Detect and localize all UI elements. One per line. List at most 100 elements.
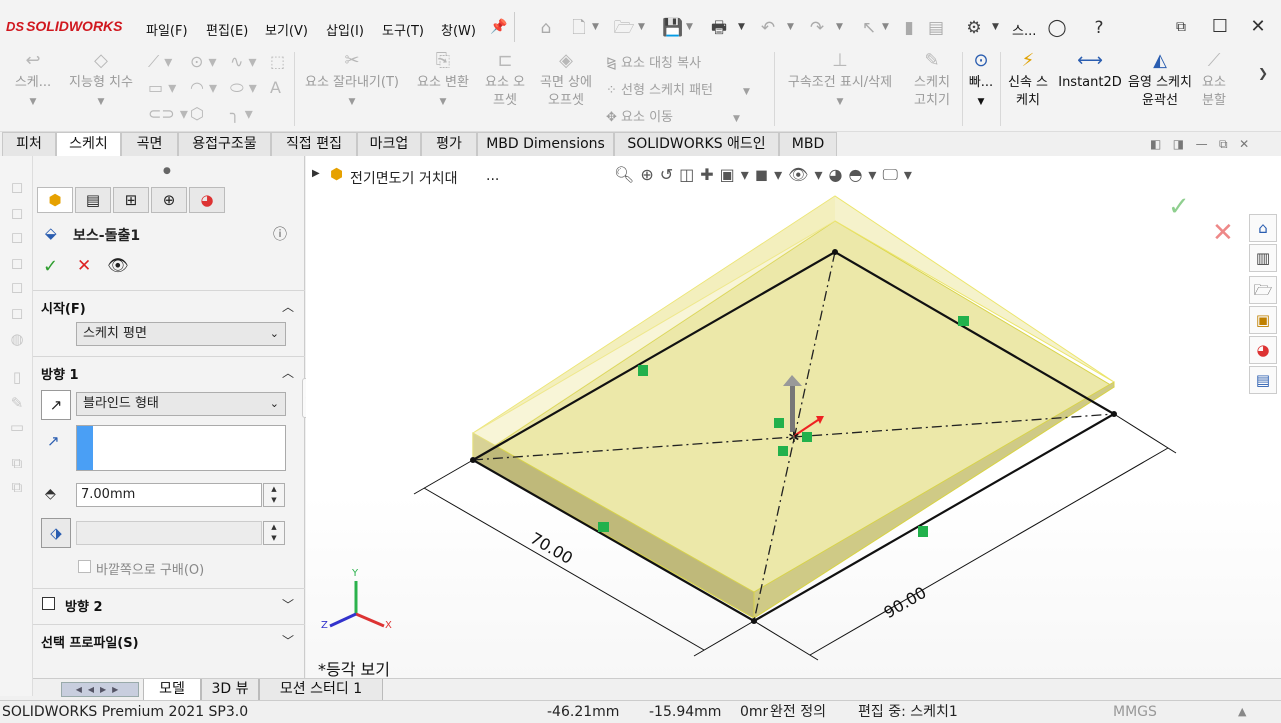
tab-mbd[interactable]: MBD [779, 132, 837, 156]
tab-solidworks-addins[interactable]: SOLIDWORKS 애드인 [614, 132, 779, 156]
minimize-viewport-icon[interactable]: — [1196, 137, 1208, 151]
coincident-relation-icon[interactable] [778, 446, 788, 456]
arc-icon[interactable]: ◠ ▾ [190, 78, 217, 97]
tile-right-icon[interactable]: ◨ [1173, 137, 1184, 151]
copy-icon[interactable]: ⧉ [7, 454, 27, 474]
tab-sketch[interactable]: 스케치 [56, 132, 121, 157]
display-delete-relations-command[interactable]: ⊥ 구속조건 표시/삭제 ▼ [778, 52, 902, 111]
mirror-command[interactable]: ⧎ 요소 대칭 복사 [606, 52, 701, 71]
tab-property-manager[interactable]: ▤ [75, 187, 111, 213]
collapse-dot[interactable]: ● [163, 166, 171, 176]
rectangle-icon[interactable]: ▭ ▾ [148, 78, 176, 97]
direction1-section-title[interactable]: 방향 1 [41, 364, 79, 383]
tab-direct-editing[interactable]: 직접 편집 [271, 132, 357, 156]
rapid-sketch-command[interactable]: ⚡ 신속 스케치 [1004, 52, 1052, 110]
vertical-relation-icon[interactable] [918, 526, 928, 537]
chevron-up-icon[interactable]: ▲ [1238, 701, 1246, 723]
chevron-down-icon[interactable]: ▼ [592, 22, 599, 32]
tab-scroll-controls[interactable]: ◀◀▶▶ [61, 682, 139, 697]
chevron-down-icon[interactable]: ▼ [787, 22, 794, 32]
menu-tools[interactable]: 도구(T) [382, 20, 424, 39]
from-section-title[interactable]: 시작(F) [41, 298, 86, 317]
trim-entities-command[interactable]: ✂ 요소 잘라내기(T) ▼ [300, 52, 404, 111]
spin-up-icon[interactable]: ▲ [264, 522, 284, 533]
spline-icon[interactable]: ∿ ▾ [230, 52, 257, 71]
circle-icon[interactable]: ⊙ ▾ [190, 52, 217, 71]
spin-down-icon[interactable]: ▼ [264, 533, 284, 544]
pin-icon[interactable]: 📌 [490, 19, 507, 35]
shaded-sketch-contours-command[interactable]: ◭ 음영 스케치 윤곽선 [1126, 52, 1194, 110]
window-restore-button[interactable]: ☐ [1205, 12, 1235, 42]
tile-left-icon[interactable]: ◧ [1150, 137, 1161, 151]
restore-layout-icon[interactable]: ⧉ [1166, 12, 1196, 42]
chevron-down-icon[interactable]: ▼ [992, 22, 999, 32]
chevron-down-icon[interactable]: ▼ [882, 22, 889, 32]
tab-features[interactable]: 피처 [2, 132, 56, 156]
view-palette-icon[interactable]: ▣ [1249, 306, 1277, 334]
design-library-icon[interactable]: ▥ [1249, 244, 1277, 272]
direction2-checkbox[interactable] [42, 597, 55, 610]
tab-model[interactable]: 모델 [143, 679, 201, 701]
chevron-down-icon[interactable]: ﹀ [282, 632, 294, 649]
split-entities-command[interactable]: ⟋ 요소 분할 [1196, 52, 1232, 110]
chevron-down-icon[interactable]: ▼ [738, 22, 745, 32]
more-commands-chevron-icon[interactable]: ❯ [1258, 66, 1268, 80]
reverse-direction-button[interactable]: ↗ [41, 390, 71, 420]
part-icon[interactable]: ◻ [7, 228, 27, 248]
help-icon[interactable]: ⓘ [273, 224, 287, 244]
tab-feature-tree[interactable]: ⬢ [37, 187, 73, 213]
midpoint-relation-icon[interactable] [802, 432, 812, 442]
extrude-direction-arrow[interactable] [790, 386, 795, 432]
vertical-relation-icon[interactable] [638, 365, 648, 376]
user-account-icon[interactable]: ◯ [1046, 17, 1068, 39]
draft-outward-checkbox[interactable] [78, 560, 91, 573]
part-icon[interactable]: ◻ [7, 304, 27, 324]
spin-up-icon[interactable]: ▲ [264, 484, 284, 495]
coincident-relation-icon[interactable] [774, 418, 784, 428]
save-icon[interactable]: 💾 [662, 17, 684, 39]
home-icon[interactable]: ⌂ [1249, 214, 1277, 242]
unit-system[interactable]: MMGS [1113, 701, 1157, 723]
linear-pattern-command[interactable]: ⁘ 선형 스케치 패턴 ▼ [606, 79, 750, 98]
repair-sketch-command[interactable]: ✎ 스케치 고치기 [906, 52, 958, 110]
ok-check-icon[interactable]: ✓ [43, 256, 58, 277]
part-icon[interactable]: ◻ [7, 278, 27, 298]
quick-snaps-command[interactable]: ⊙ 빠... ▼ [964, 52, 998, 111]
tab-3d-views[interactable]: 3D 뷰 [201, 679, 259, 701]
home-icon[interactable]: ⌂ [535, 17, 557, 39]
text-icon[interactable]: A [270, 78, 281, 97]
print-icon[interactable]: 🖶 [708, 17, 730, 39]
fillet-icon[interactable]: ╮ ▾ [230, 104, 253, 123]
tab-configuration-manager[interactable]: ⊞ [113, 187, 149, 213]
part-icon[interactable]: ◻ [7, 204, 27, 224]
search-commands[interactable]: 스... [1012, 20, 1036, 39]
open-icon[interactable]: 🗁 [613, 17, 635, 39]
close-viewport-icon[interactable]: ✕ [1239, 137, 1249, 151]
sketch-point[interactable] [832, 249, 838, 255]
horizontal-relation-icon[interactable] [958, 316, 969, 326]
menu-view[interactable]: 보기(V) [265, 20, 308, 39]
chevron-down-icon[interactable]: ▼ [686, 22, 693, 32]
direction-selection-box[interactable] [76, 425, 286, 471]
file-icon[interactable]: ▯ [7, 368, 27, 388]
options-gear-icon[interactable]: ⚙ [963, 17, 985, 39]
dimension-90-label[interactable]: 90.00 [880, 583, 929, 622]
offset-on-surface-command[interactable]: ◈ 곡면 상에 오프셋 [532, 52, 600, 110]
menu-file[interactable]: 파일(F) [146, 20, 188, 39]
monitor-icon[interactable]: ▭ [7, 418, 27, 438]
tab-markup[interactable]: 마크업 [357, 132, 421, 156]
model-graphics[interactable]: ✲ 70.00 90.00 Y X Z [306, 156, 1281, 678]
help-icon[interactable]: ? [1088, 17, 1110, 39]
undo-icon[interactable]: ↶ [757, 17, 779, 39]
selected-contours-section-title[interactable]: 선택 프로파일(S) [41, 632, 139, 651]
custom-properties-icon[interactable]: ▤ [1249, 366, 1277, 394]
window-close-button[interactable]: ✕ [1243, 12, 1273, 42]
menu-edit[interactable]: 편집(E) [206, 20, 248, 39]
preview-eye-icon[interactable]: 👁 [107, 256, 129, 276]
move-command[interactable]: ✥ 요소 이동 ▼ [606, 106, 740, 125]
solidworks-logo[interactable]: DS SOLIDWORKS [6, 18, 123, 34]
tab-evaluate[interactable]: 평가 [421, 132, 477, 156]
appearances-icon[interactable]: ◕ [1249, 336, 1277, 364]
tab-surfaces[interactable]: 곡면 [121, 132, 178, 156]
rebuild-icon[interactable]: ▮ [898, 17, 920, 39]
